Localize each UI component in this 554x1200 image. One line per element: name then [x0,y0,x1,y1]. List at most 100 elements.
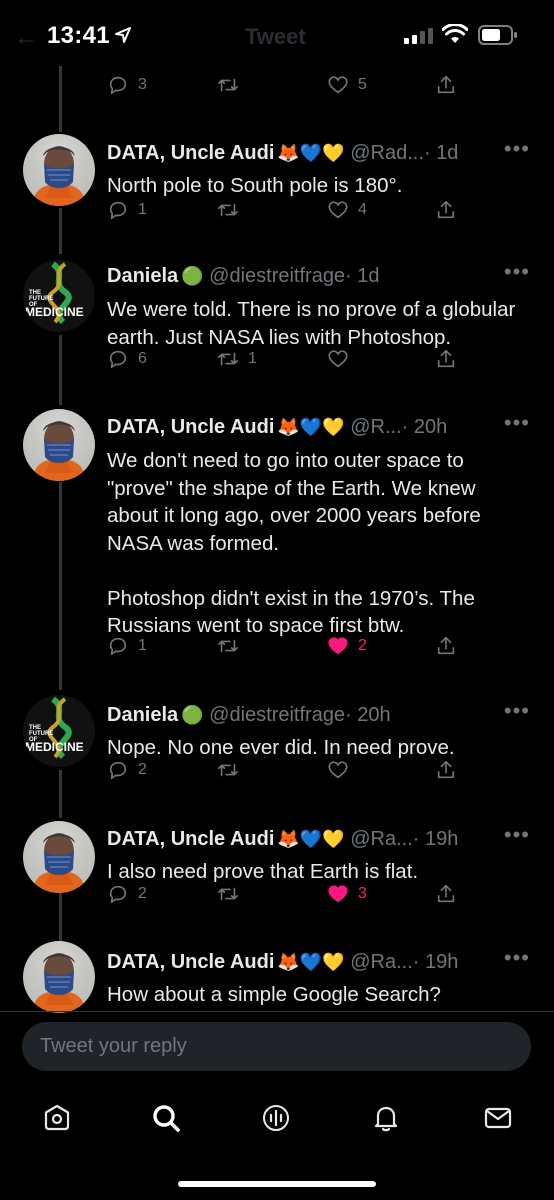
avatar[interactable] [23,941,95,1013]
user-handle: @Ra... [350,828,413,850]
reply-icon [109,637,127,656]
share-icon [437,349,455,368]
user-avatar-image [33,833,85,893]
tweet-header: DATA, Uncle Audi 🦊💙💛 @Rad...· 1d [107,142,458,165]
thread-line [59,893,62,941]
retweet-button[interactable]: 1 [217,347,257,371]
svg-text:MEDICINE: MEDICINE [25,740,84,754]
share-icon [437,200,455,219]
like-count: 2 [358,637,367,654]
share-icon [437,760,455,779]
reply-count: 3 [138,76,147,93]
retweet-button[interactable] [217,73,239,97]
tweet-time: · 1d [423,142,459,164]
share-button[interactable] [435,882,457,906]
like-button[interactable]: 3 [327,882,367,906]
heart-icon [328,885,348,903]
user-handle: @diestreitfrage [209,704,346,726]
more-icon[interactable]: ••• [504,945,530,971]
tweet-text: How about a simple Google Search? [107,983,441,1006]
retweet-button[interactable] [217,882,248,906]
reply-compose-box[interactable] [22,1022,531,1071]
name-emojis: 🦊💙💛 [277,143,345,163]
battery-icon [478,25,517,45]
display-name[interactable]: Daniela [107,704,178,726]
retweet-button[interactable] [217,634,248,658]
user-handle: @Rad... [350,142,424,164]
name-emojis: 🟢 [181,705,204,725]
reply-button[interactable]: 3 [107,73,147,97]
share-icon [437,884,455,903]
heart-icon [328,761,348,779]
avatar[interactable]: THE FUTURE OF MEDICINE [23,695,95,767]
like-button[interactable] [327,347,358,371]
like-button[interactable]: 4 [327,198,367,222]
tweet-time: · 19h [412,828,459,850]
tweet-header: DATA, Uncle Audi 🦊💙💛 @Ra...· 19h [107,828,458,851]
avatar[interactable] [23,821,95,893]
more-icon[interactable]: ••• [504,822,530,848]
tweet-time: · 20h [401,416,448,438]
magazine-cover-avatar: THEFUTUREOFMEDICINE [23,695,95,767]
more-icon[interactable]: ••• [504,136,530,162]
display-name[interactable]: DATA, Uncle Audi [107,416,274,438]
share-button[interactable] [435,73,457,97]
tweet-actions: 2 [107,758,467,782]
tweet-text: We were told. There is no prove of a glo… [107,298,516,349]
status-bar: ← Tweet 13:41 [0,0,554,66]
tab-notifications[interactable] [358,1090,414,1146]
tab-search[interactable] [138,1090,194,1146]
avatar[interactable] [23,409,95,481]
name-emojis: 🦊💙💛 [277,952,345,972]
like-button[interactable]: 5 [327,73,367,97]
thread-line [59,482,62,690]
more-icon[interactable]: ••• [504,410,530,436]
reply-count: 6 [138,350,147,367]
share-button[interactable] [435,758,457,782]
like-button[interactable] [327,758,358,782]
back-arrow-icon[interactable]: ← [14,24,38,52]
more-icon[interactable]: ••• [504,259,530,285]
reply-input[interactable] [22,1022,531,1071]
share-button[interactable] [435,634,457,658]
notifications-icon [374,1106,398,1132]
display-name[interactable]: DATA, Uncle Audi [107,828,274,850]
share-button[interactable] [435,347,457,371]
retweet-icon [218,203,238,217]
retweet-button[interactable] [217,198,248,222]
location-arrow-icon [115,27,131,43]
previous-tweet-actions: 3 5 [107,73,467,97]
retweet-count: 1 [248,350,257,367]
reply-button[interactable]: 2 [107,882,147,906]
like-button[interactable]: 2 [327,634,367,658]
user-avatar-image [33,146,85,206]
display-name[interactable]: Daniela [107,265,178,287]
tweet-actions: 14 [107,198,467,222]
tweet-header: Daniela 🟢 @diestreitfrage· 1d [107,265,380,288]
share-button[interactable] [435,198,457,222]
user-avatar-image [33,421,85,481]
retweet-button[interactable] [217,758,248,782]
reply-button[interactable]: 1 [107,198,147,222]
reply-button[interactable]: 2 [107,758,147,782]
heart-icon [328,201,348,219]
avatar[interactable]: THE FUTURE OF MEDICINE [23,260,95,332]
reply-button[interactable]: 1 [107,634,147,658]
share-icon [437,75,455,94]
display-name[interactable]: DATA, Uncle Audi [107,951,274,973]
home-indicator [178,1181,376,1187]
tweet-text: North pole to South pole is 180°. [107,174,403,197]
tab-home[interactable] [29,1090,85,1146]
magazine-cover-avatar: THEFUTUREOFMEDICINE [23,260,95,332]
more-icon[interactable]: ••• [504,698,530,724]
user-handle: @R... [350,416,402,438]
share-icon [437,636,455,655]
reply-button[interactable]: 6 [107,347,147,371]
like-count: 4 [358,201,367,218]
user-handle: @diestreitfrage [209,265,346,287]
heart-icon [328,350,348,368]
display-name[interactable]: DATA, Uncle Audi [107,142,274,164]
avatar[interactable] [23,134,95,206]
tab-spaces[interactable] [248,1090,304,1146]
tab-messages[interactable] [470,1090,526,1146]
